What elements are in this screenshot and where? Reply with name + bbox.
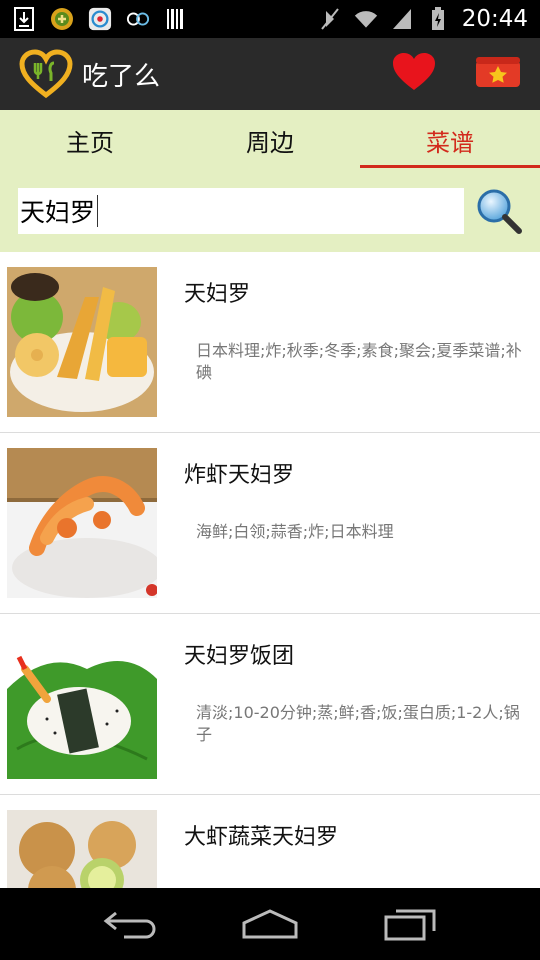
recipe-tags: 清淡;10-20分钟;蒸;鲜;香;饭;蛋白质;1-2人;锅子 [196,703,520,744]
battery-charging-icon [426,7,450,31]
app-logo-icon [18,49,74,99]
status-bar: 20:44 [0,0,540,38]
recipe-title: 天妇罗饭团 [184,644,295,669]
app-notification-icon [50,7,74,31]
status-time: 20:44 [461,6,528,32]
search-bar: 天妇罗 [0,170,540,252]
tab-bar: 主页 周边 菜谱 [0,110,540,170]
recipe-list-item[interactable]: 炸虾天妇罗 海鲜;白领;蒜香;炸;日本料理 [0,433,540,614]
recent-apps-button[interactable] [380,904,440,944]
recipe-thumbnail [7,810,157,888]
recipe-tags: 日本料理;炸;秋季;冬季;素食;聚会;夏季菜谱;补碘 [196,341,522,382]
recipe-title: 炸虾天妇罗 [184,463,295,488]
recipe-thumbnail [7,267,157,417]
favorites-box-button[interactable] [474,55,522,93]
heart-icon [393,53,435,90]
barcode-icon [164,7,188,31]
favorite-heart-button[interactable] [392,52,436,96]
camera-app-icon [88,7,112,31]
home-button[interactable] [240,904,300,944]
infinity-app-icon [126,7,150,31]
back-icon [103,911,156,939]
recipe-thumbnail [7,629,157,779]
mute-icon [318,7,342,31]
recipe-title: 天妇罗 [184,282,251,307]
search-button[interactable] [476,188,522,234]
search-input-value: 天妇罗 [20,198,96,227]
tab-recipes[interactable]: 菜谱 [360,110,540,170]
action-bar: 吃了么 [0,38,540,110]
search-input[interactable]: 天妇罗 [18,188,464,234]
recent-apps-icon [384,909,436,941]
text-caret [97,195,99,227]
wifi-icon [354,7,378,31]
back-button[interactable] [100,904,160,944]
navigation-bar [0,888,540,960]
app-title: 吃了么 [82,61,161,92]
star-box-icon [476,57,520,87]
search-icon [477,189,522,234]
recipe-list: 天妇罗 日本料理;炸;秋季;冬季;素食;聚会;夏季菜谱;补碘 炸虾天妇罗 海鲜; [0,252,540,888]
signal-icon [390,7,414,31]
download-icon [12,7,36,31]
recipe-list-item[interactable]: 天妇罗饭团 清淡;10-20分钟;蒸;鲜;香;饭;蛋白质;1-2人;锅子 [0,614,540,795]
screen: 20:44 吃了么 主页 周边 菜谱 天妇罗 天妇罗 日本料理;炸;秋季;冬季;… [0,0,540,960]
tab-home[interactable]: 主页 [0,110,180,170]
recipe-list-item[interactable]: 天妇罗 日本料理;炸;秋季;冬季;素食;聚会;夏季菜谱;补碘 [0,252,540,433]
recipe-title: 大虾蔬菜天妇罗 [184,825,339,850]
home-icon [242,909,298,939]
recipe-tags: 海鲜;白领;蒜香;炸;日本料理 [196,522,394,541]
tab-nearby[interactable]: 周边 [180,110,360,170]
recipe-list-item[interactable]: 大虾蔬菜天妇罗 [0,795,540,888]
recipe-thumbnail [7,448,157,598]
